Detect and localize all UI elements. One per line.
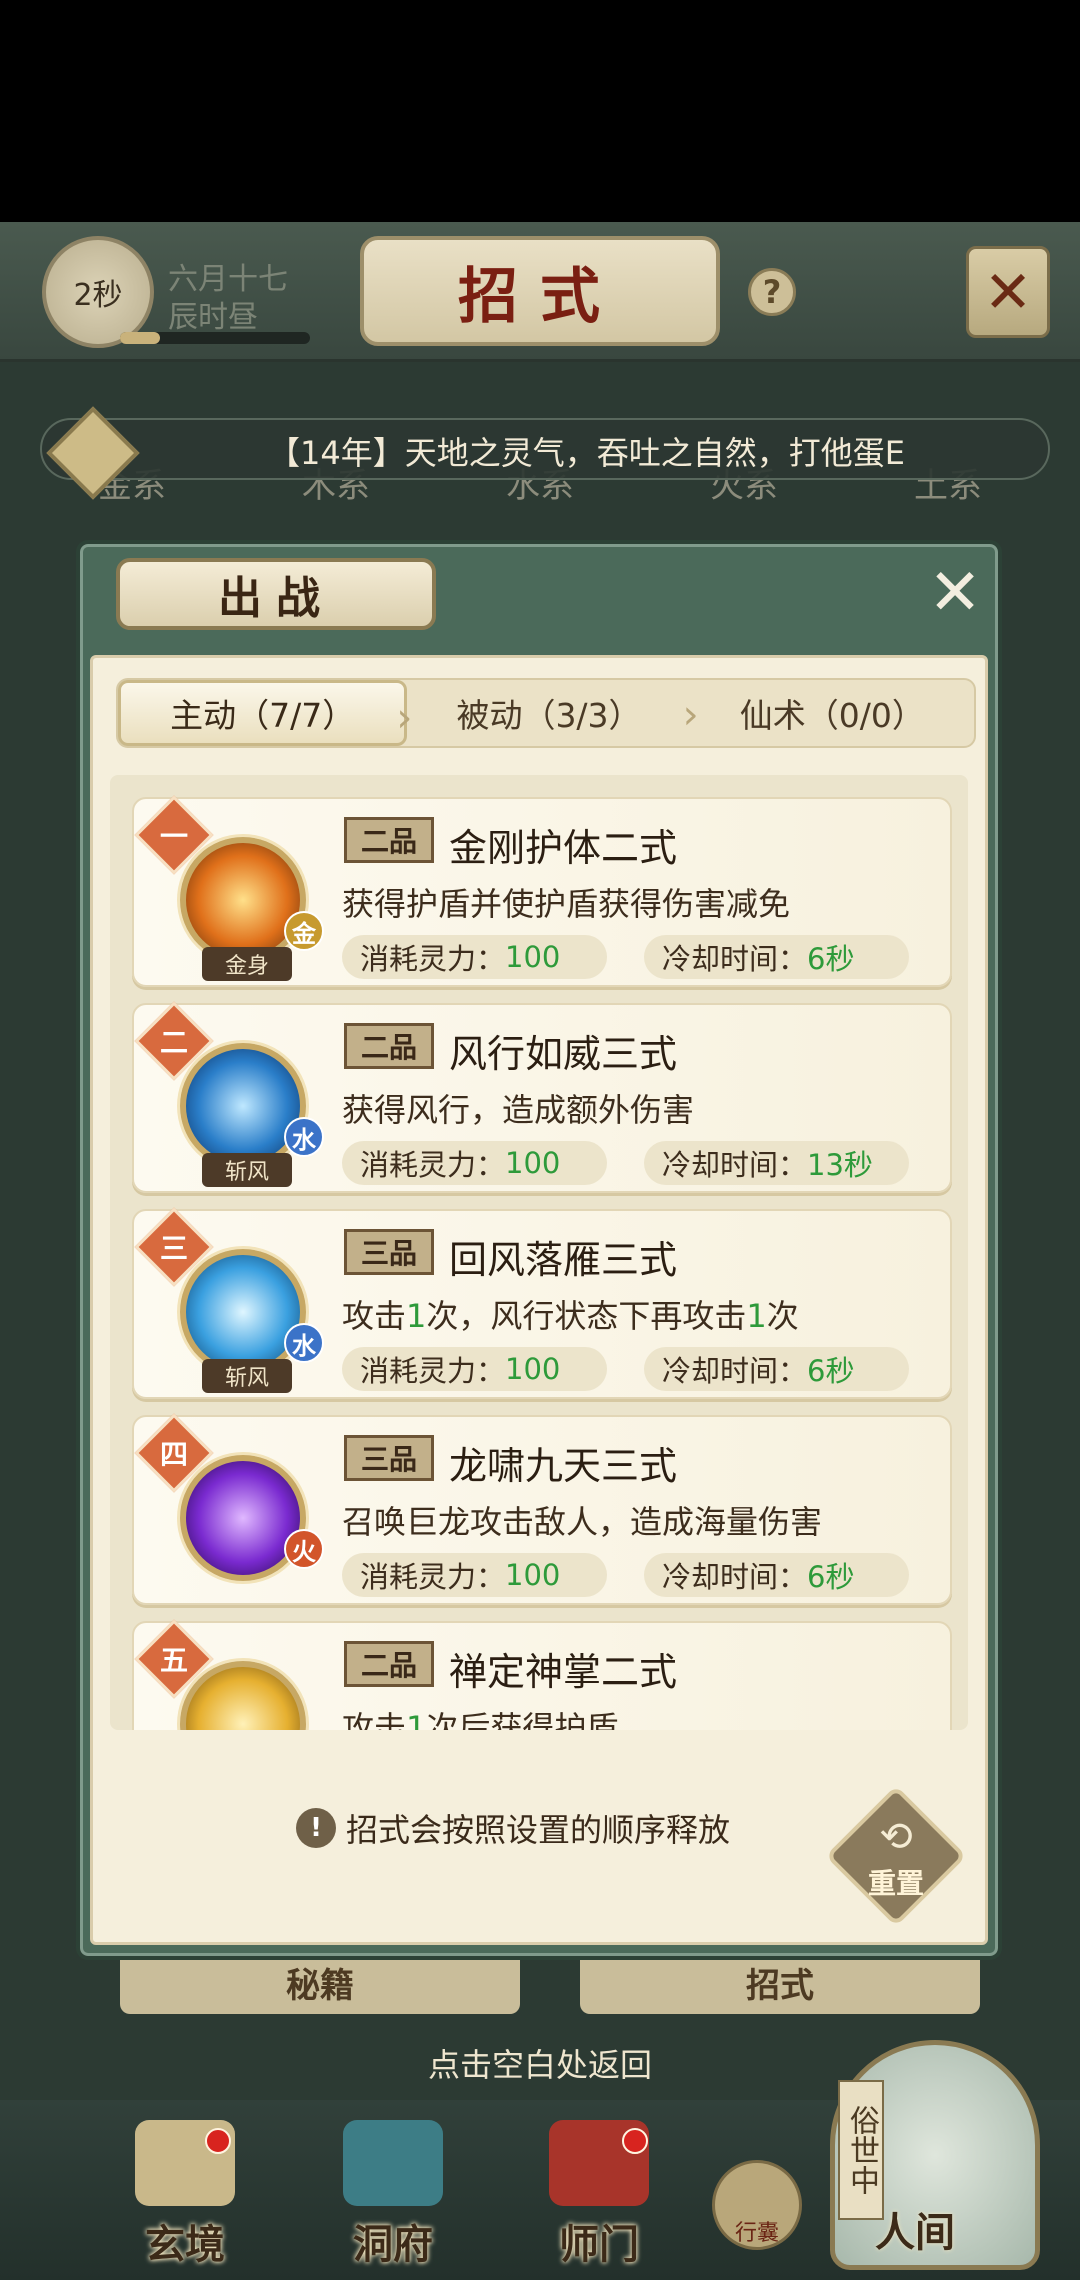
cost-value: 100 xyxy=(505,940,561,974)
notification-dot xyxy=(622,2128,648,2154)
help-glyph: ? xyxy=(762,273,782,311)
timer-label: 2秒 xyxy=(73,278,123,313)
order-number: 一 xyxy=(159,820,188,853)
skill-description: 召唤巨龙攻击敌人，造成海量伤害 xyxy=(342,1503,823,1541)
skill-icon xyxy=(180,1249,306,1375)
tab-label: 被动（3/3） xyxy=(456,696,642,735)
cooldown-label: 冷却时间： xyxy=(662,1354,808,1388)
skill-list[interactable]: 一 金 金身 二品 金刚护体二式 获得护盾并使护盾获得伤害减免 消耗灵力： 100… xyxy=(110,775,968,1730)
cooldown-value: 6秒 xyxy=(807,1560,855,1594)
order-note: ! 招式会按照设置的顺序释放 xyxy=(296,1805,730,1851)
skill-name: 龙啸九天三式 xyxy=(449,1444,678,1488)
skill-name: 禅定神掌二式 xyxy=(449,1650,678,1694)
skill-description: 获得风行，造成额外伤害 xyxy=(342,1091,695,1129)
tab-immortal-arts[interactable]: 仙术（0/0） xyxy=(691,680,974,746)
help-icon[interactable]: ? xyxy=(748,268,796,316)
cost-pill: 消耗灵力： 100 xyxy=(342,1347,607,1391)
notice-text: 【14年】天地之灵气，吞吐之自然，打他蛋E xyxy=(268,434,905,472)
skill-icon xyxy=(180,1043,306,1169)
page-title-plate: 招式 xyxy=(360,236,720,346)
cooldown-pill: 冷却时间： 13秒 xyxy=(644,1141,909,1185)
world-seal: 俗世中 xyxy=(838,2080,884,2220)
time-progress-fill xyxy=(120,332,160,344)
notification-dot xyxy=(205,2128,231,2154)
cost-value: 100 xyxy=(505,1146,561,1180)
bag-label: 行囊 xyxy=(734,2221,779,2246)
info-icon: ! xyxy=(296,1808,336,1848)
order-number: 二 xyxy=(159,1026,188,1059)
order-number: 三 xyxy=(159,1232,188,1265)
element-badge: 火 xyxy=(284,1529,324,1569)
skill-description: 获得护盾并使护盾获得伤害减免 xyxy=(342,885,791,923)
cost-label: 消耗灵力： xyxy=(360,1148,506,1182)
skill-card[interactable]: 二 水 斩风 二品 风行如威三式 获得风行，造成额外伤害 消耗灵力： 100 冷却… xyxy=(132,1001,952,1193)
cooldown-value: 6秒 xyxy=(807,1354,855,1388)
cooldown-label: 冷却时间： xyxy=(662,1148,808,1182)
skill-icon-caption: 斩风 xyxy=(202,1359,292,1393)
cooldown-pill: 冷却时间： 6秒 xyxy=(644,935,909,979)
skill-name: 回风落雁三式 xyxy=(449,1238,678,1282)
nav-label: 玄境 xyxy=(145,2221,225,2268)
tab-label: 仙术（0/0） xyxy=(739,696,925,735)
grade-tag: 二品 xyxy=(344,817,434,863)
tab-passive-skills[interactable]: 被动（3/3） › xyxy=(407,680,698,746)
skill-name: 金刚护体二式 xyxy=(449,826,678,870)
cost-pill: 消耗灵力： 100 xyxy=(342,935,607,979)
bottom-tabs: 秘籍 招式 xyxy=(120,1950,980,2020)
order-number: 五 xyxy=(159,1644,188,1677)
bag-button[interactable]: 行囊 xyxy=(712,2160,802,2250)
tab-label: 主动（7/7） xyxy=(170,696,356,735)
grade-tag: 二品 xyxy=(344,1641,434,1687)
cost-pill: 消耗灵力： 100 xyxy=(342,1141,607,1185)
time-of-day-label: 辰时昼 xyxy=(168,300,258,335)
element-badge: 水 xyxy=(284,1117,324,1157)
skill-card[interactable]: 三 水 斩风 三品 回风落雁三式 攻击1次，风行状态下再攻击1次 消耗灵力： 10… xyxy=(132,1207,952,1399)
skill-type-tabs: 主动（7/7） › 被动（3/3） › 仙术（0/0） xyxy=(116,678,976,748)
skill-description: 攻击1次后获得护盾 xyxy=(342,1709,619,1730)
reset-label: 重置 xyxy=(867,1867,924,1900)
element-badge: 水 xyxy=(284,1323,324,1363)
cost-value: 100 xyxy=(505,1558,561,1592)
skill-icon-caption: 斩风 xyxy=(202,1153,292,1187)
element-badge: 金 xyxy=(284,911,324,951)
cooldown-label: 冷却时间： xyxy=(662,942,808,976)
cost-value: 100 xyxy=(505,1352,561,1386)
nav-label: 洞府 xyxy=(353,2221,433,2268)
tab-active-skills[interactable]: 主动（7/7） › xyxy=(118,680,412,746)
cooldown-pill: 冷却时间： 6秒 xyxy=(644,1553,909,1597)
dialog-title: 出战 xyxy=(218,573,334,624)
skill-card[interactable]: 五 二品 禅定神掌二式 攻击1次后获得护盾 xyxy=(132,1619,952,1730)
cooldown-value: 13秒 xyxy=(807,1148,873,1182)
skill-icon xyxy=(180,837,306,963)
grade-tag: 三品 xyxy=(344,1229,434,1275)
order-number: 四 xyxy=(159,1438,188,1471)
grade-tag: 三品 xyxy=(344,1435,434,1481)
close-icon[interactable]: ✕ xyxy=(920,556,990,630)
order-note-text: 招式会按照设置的顺序释放 xyxy=(346,1811,731,1849)
cost-label: 消耗灵力： xyxy=(360,1354,506,1388)
cooldown-label: 冷却时间： xyxy=(662,1560,808,1594)
nav-dongfu[interactable]: 洞府 xyxy=(318,2120,468,2270)
dialog-title-plate: 出战 xyxy=(116,558,436,630)
skill-card[interactable]: 一 金 金身 二品 金刚护体二式 获得护盾并使护盾获得伤害减免 消耗灵力： 100… xyxy=(132,795,952,987)
cooldown-pill: 冷却时间： 6秒 xyxy=(644,1347,909,1391)
skill-description: 攻击1次，风行状态下再攻击1次 xyxy=(342,1297,799,1335)
nav-xuanjing[interactable]: 玄境 xyxy=(110,2120,260,2270)
skill-name: 风行如威三式 xyxy=(449,1032,678,1076)
skill-icon xyxy=(180,1455,306,1581)
skill-icon-caption: 金身 xyxy=(202,947,292,981)
cost-label: 消耗灵力： xyxy=(360,1560,506,1594)
cost-pill: 消耗灵力： 100 xyxy=(342,1553,607,1597)
skill-card[interactable]: 四 火 三品 龙啸九天三式 召唤巨龙攻击敌人，造成海量伤害 消耗灵力： 100 冷… xyxy=(132,1413,952,1605)
page-title: 招式 xyxy=(458,261,622,332)
nav-label: 人间 xyxy=(875,2209,955,2256)
nav-shimen[interactable]: 师门 xyxy=(524,2120,674,2270)
close-icon[interactable]: ✕ xyxy=(966,246,1050,338)
pavilion-icon xyxy=(343,2120,443,2206)
nav-label: 师门 xyxy=(559,2221,639,2268)
cost-label: 消耗灵力： xyxy=(360,942,506,976)
refresh-icon: ⟲ xyxy=(879,1814,913,1860)
grade-tag: 二品 xyxy=(344,1023,434,1069)
cooldown-value: 6秒 xyxy=(807,942,855,976)
